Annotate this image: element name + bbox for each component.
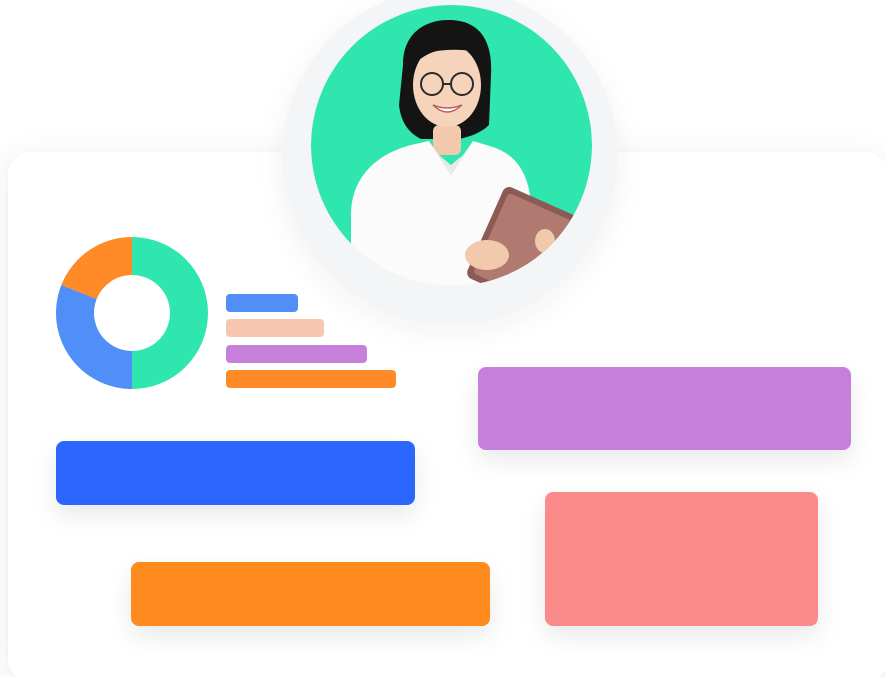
illustration-stage (0, 0, 885, 677)
legend-bar-peach (226, 319, 324, 337)
avatar (311, 5, 592, 286)
purple-block (478, 367, 851, 450)
legend-bar-purple (226, 345, 367, 363)
pink-block (545, 492, 818, 626)
orange-block (131, 562, 490, 626)
donut-segment-1 (132, 237, 208, 389)
legend-bar-orange (226, 370, 396, 388)
blue-block (56, 441, 415, 505)
legend-bar-blue (226, 294, 298, 312)
donut-chart (55, 237, 208, 389)
donut-segment-2 (55, 285, 132, 389)
person-with-tablet-icon (311, 5, 592, 286)
